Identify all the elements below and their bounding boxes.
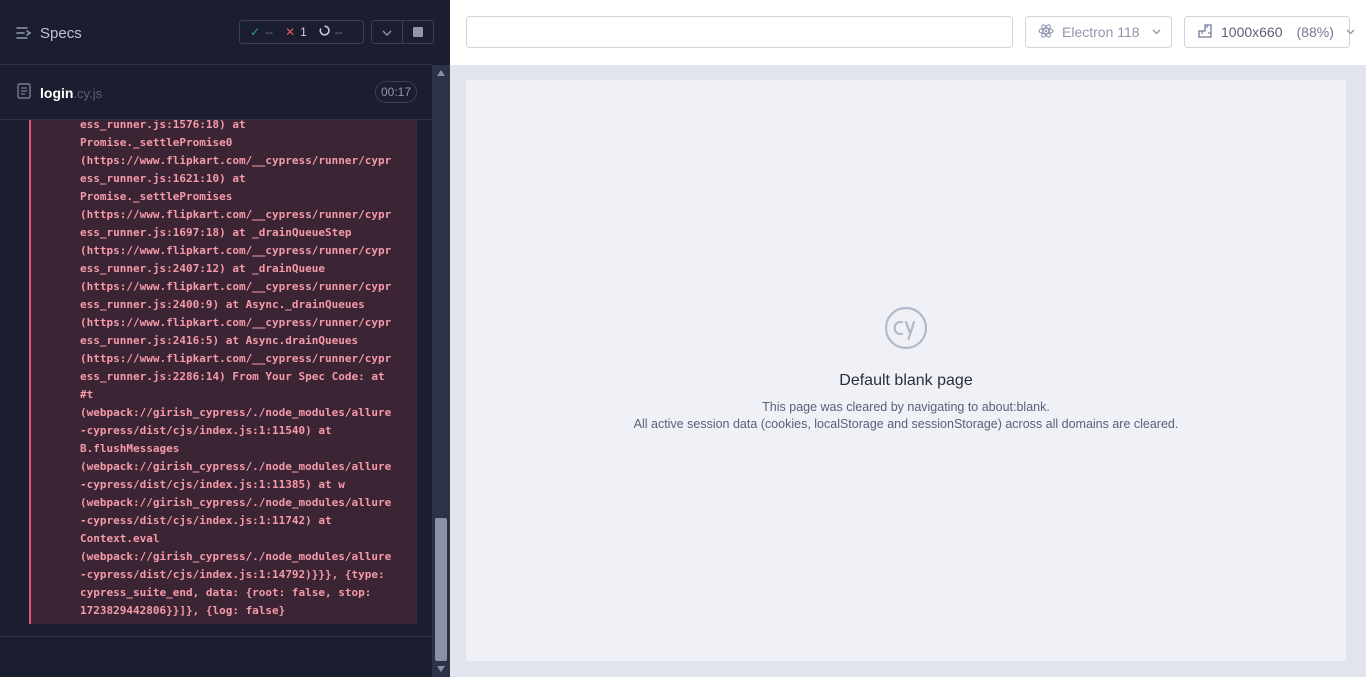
log-line: (webpack://girish_cypress/./node_modules… [80,550,392,563]
run-controls [371,20,434,44]
log-line: (https://www.flipkart.com/__cypress/runn… [80,244,392,257]
browser-label: Electron 118 [1062,24,1140,40]
electron-icon [1038,23,1054,42]
log-line: cypress_suite_end, data: {root: false, s… [80,586,372,599]
viewport-selector[interactable]: 1000x660 (88%) [1184,16,1355,48]
log-line: (https://www.flipkart.com/__cypress/runn… [80,316,392,329]
blank-page-message: Default blank page This page was cleared… [466,306,1346,433]
blank-page-description: This page was cleared by navigating to a… [466,399,1346,433]
spec-file-ext: .cy.js [73,86,103,101]
reporter-panel: Specs ✓ -- ✕ 1 -- login.cy.js 00:17 ess_… [0,0,450,677]
log-line: (https://www.flipkart.com/__cypress/runn… [80,154,392,167]
specs-toggle-button[interactable]: Specs [16,22,82,44]
blank-page-line-2: All active session data (cookies, localS… [633,417,1179,431]
url-input[interactable] [466,16,1013,48]
log-line: 1723829442806}}]}, {log: false} [80,604,286,617]
specs-list-icon [16,26,32,40]
blank-page-title: Default blank page [839,372,973,389]
aut-toolbar: Electron 118 1000x660 (88%) [450,0,1366,65]
viewport-scale: (88%) [1296,24,1334,40]
scroll-up-icon[interactable] [437,70,445,76]
log-line: ess_runner.js:2416:5) at Async.drainQueu… [80,334,359,347]
log-line: Promise._settlePromise0 [80,136,233,149]
log-line: -cypress/dist/cjs/index.js:1:11742) at [80,514,332,527]
log-line: B.flushMessages [80,442,180,455]
pending-stat: -- [319,25,343,39]
pending-icon [319,25,330,39]
browser-selector[interactable]: Electron 118 [1025,16,1172,48]
log-line: ess_runner.js:2286:14) From Your Spec Co… [80,370,385,383]
reporter-divider [0,636,432,637]
log-line: ess_runner.js:1697:18) at _drainQueueSte… [80,226,352,239]
collapse-button[interactable] [372,21,402,43]
cypress-logo-icon [884,306,928,350]
stop-icon [413,27,424,37]
document-icon [17,83,31,104]
pending-count: -- [334,25,343,39]
reporter-header: Specs ✓ -- ✕ 1 -- [0,0,434,65]
passed-stat: ✓ -- [250,25,273,39]
chevron-down-icon [382,23,392,41]
passed-count: -- [265,25,274,39]
scroll-down-icon[interactable] [437,666,445,672]
failed-stat: ✕ 1 [285,25,307,39]
log-line: (https://www.flipkart.com/__cypress/runn… [80,208,392,221]
aut-iframe: Default blank page This page was cleared… [466,80,1346,661]
spec-file-name: login.cy.js [40,85,103,101]
log-line: ess_runner.js:1621:10) at [80,172,246,185]
reporter-scrollbar[interactable] [432,65,450,677]
test-stats: ✓ -- ✕ 1 -- [239,20,364,44]
error-stack-trace: ess_runner.js:1576:18) at Promise._settle… [80,120,391,620]
specs-label: Specs [40,24,82,42]
failed-count: 1 [300,25,307,39]
log-line: Promise._settlePromises [80,190,233,203]
log-line: #t [80,388,94,401]
log-line: ess_runner.js:2407:12) at _drainQueue [80,262,326,275]
x-icon: ✕ [285,25,296,39]
log-line: ess_runner.js:1576:18) at [80,120,246,131]
ruler-icon [1197,23,1213,42]
log-line: (https://www.flipkart.com/__cypress/runn… [80,352,392,365]
check-icon: ✓ [250,25,261,39]
error-log-block: ess_runner.js:1576:18) at Promise._settle… [29,120,417,624]
chevron-down-icon [1346,27,1355,38]
log-line: (webpack://girish_cypress/./node_modules… [80,460,392,473]
spec-duration-badge: 00:17 [375,81,417,103]
log-line: -cypress/dist/cjs/index.js:1:11540) at [80,424,332,437]
scrollbar-thumb[interactable] [435,518,447,661]
stop-button[interactable] [402,21,433,43]
log-line: -cypress/dist/cjs/index.js:1:14792)}}}, … [80,568,385,581]
log-line: (https://www.flipkart.com/__cypress/runn… [80,280,392,293]
log-line: ess_runner.js:2400:9) at Async._drainQue… [80,298,365,311]
blank-page-line-1: This page was cleared by navigating to a… [762,400,1050,414]
viewport-size: 1000x660 [1221,24,1283,40]
spec-file-row[interactable]: login.cy.js 00:17 [0,65,432,120]
log-line: Context.eval [80,532,160,545]
log-line: (webpack://girish_cypress/./node_modules… [80,496,392,509]
log-line: -cypress/dist/cjs/index.js:1:11385) at w [80,478,345,491]
chevron-down-icon [1152,27,1161,38]
log-line: (webpack://girish_cypress/./node_modules… [80,406,392,419]
